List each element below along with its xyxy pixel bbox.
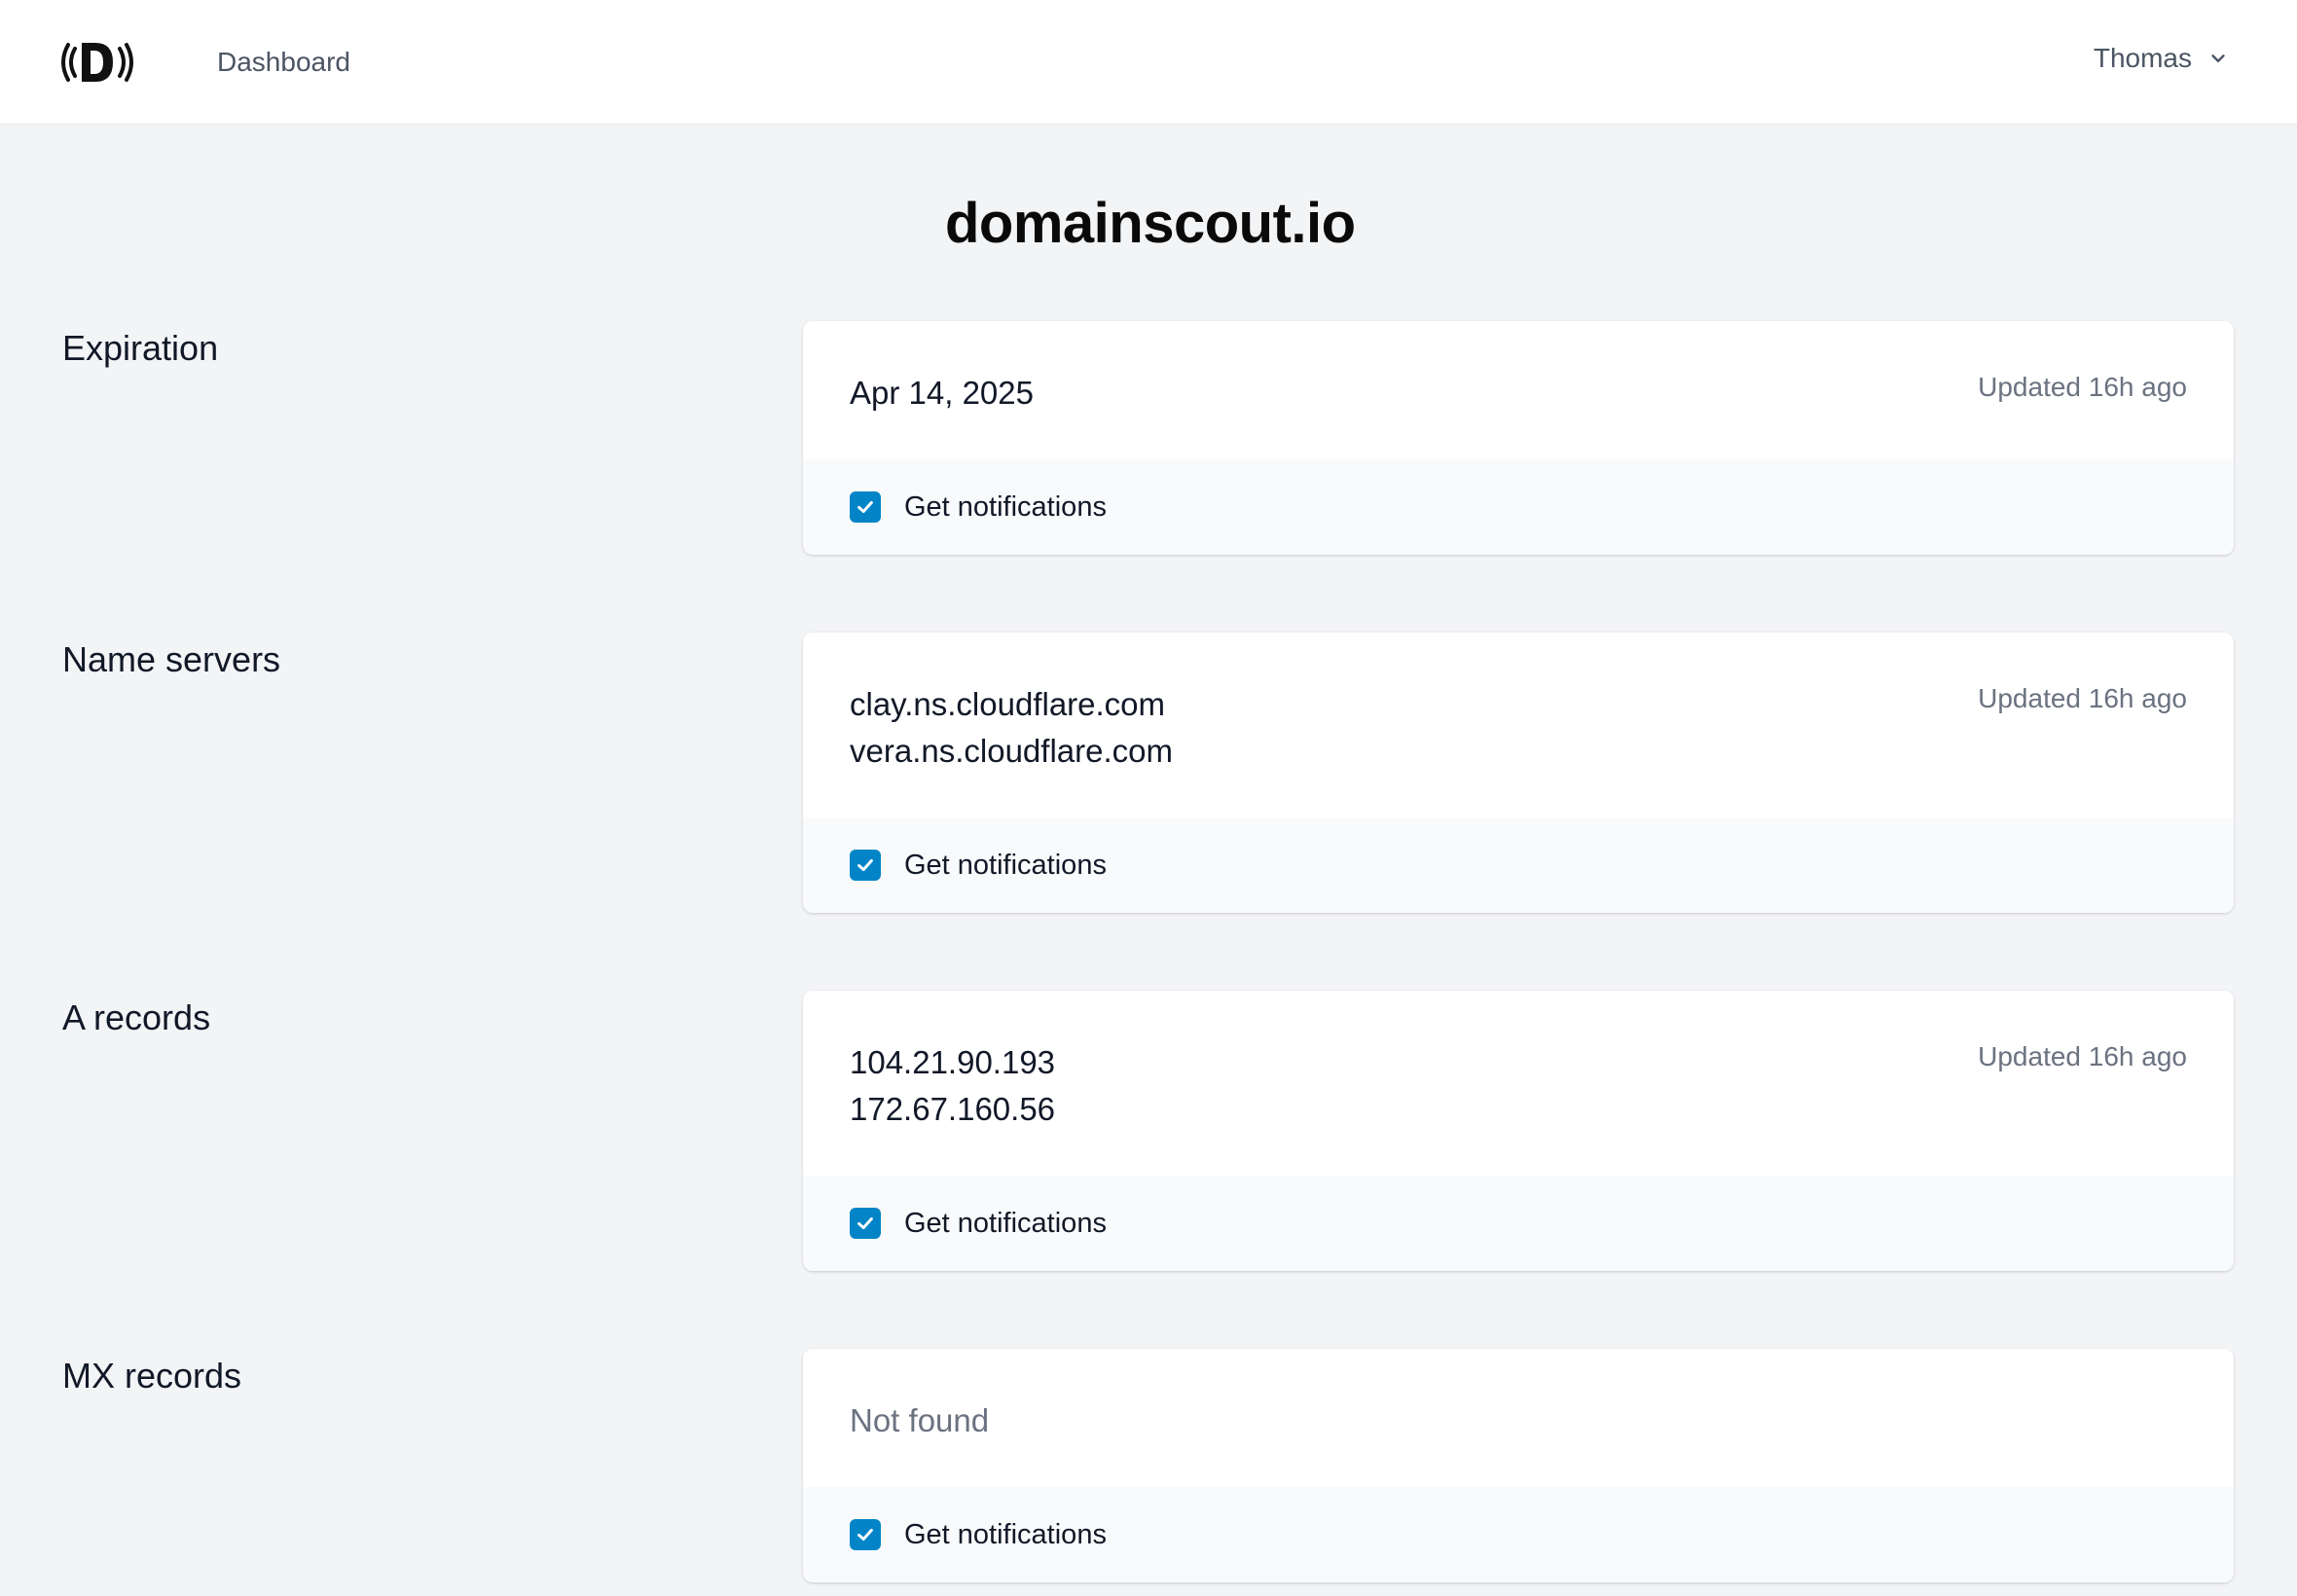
mx-record-value: Not found bbox=[850, 1402, 990, 1438]
card-body: Not found bbox=[803, 1349, 2234, 1444]
card-body: Apr 14, 2025 Updated 16h ago bbox=[803, 321, 2234, 417]
card-footer: Get notifications bbox=[803, 459, 2234, 555]
check-icon bbox=[857, 500, 873, 514]
notifications-label[interactable]: Get notifications bbox=[904, 1519, 1107, 1551]
user-name: Thomas bbox=[2093, 43, 2192, 73]
card-mx-records: Not found Get notifications bbox=[803, 1349, 2234, 1582]
card-body: 104.21.90.193 172.67.160.56 Updated 16h … bbox=[803, 991, 2234, 1133]
notifications-label[interactable]: Get notifications bbox=[904, 1208, 1107, 1240]
notifications-checkbox-mx-records[interactable] bbox=[850, 1519, 881, 1550]
card-expiration: Apr 14, 2025 Updated 16h ago Get notific… bbox=[803, 321, 2234, 555]
notifications-checkbox-expiration[interactable] bbox=[850, 491, 881, 523]
section-label-mx-records: MX records bbox=[62, 1356, 242, 1396]
check-icon bbox=[857, 1216, 873, 1230]
section-label-expiration: Expiration bbox=[62, 328, 219, 368]
notifications-label[interactable]: Get notifications bbox=[904, 491, 1107, 524]
notifications-label[interactable]: Get notifications bbox=[904, 850, 1107, 882]
chevron-down-icon bbox=[2211, 54, 2225, 62]
top-navbar: Dashboard Thomas bbox=[0, 0, 2297, 125]
name-server-value: vera.ns.cloudflare.com bbox=[850, 733, 1173, 769]
updated-timestamp: Updated 16h ago bbox=[1978, 1041, 2187, 1071]
a-record-value: 172.67.160.56 bbox=[850, 1091, 1056, 1127]
card-a-records: 104.21.90.193 172.67.160.56 Updated 16h … bbox=[803, 991, 2234, 1271]
logo-icon[interactable] bbox=[60, 39, 134, 86]
check-icon bbox=[857, 1528, 873, 1542]
card-name-servers: clay.ns.cloudflare.com vera.ns.cloudflar… bbox=[803, 633, 2234, 913]
card-footer: Get notifications bbox=[803, 1176, 2234, 1271]
section-label-name-servers: Name servers bbox=[62, 639, 281, 679]
card-footer: Get notifications bbox=[803, 1487, 2234, 1582]
user-menu[interactable]: Thomas bbox=[2094, 43, 2229, 74]
updated-timestamp: Updated 16h ago bbox=[1978, 683, 2187, 713]
card-footer: Get notifications bbox=[803, 817, 2234, 913]
section-label-a-records: A records bbox=[62, 998, 211, 1037]
check-icon bbox=[857, 858, 873, 872]
notifications-checkbox-a-records[interactable] bbox=[850, 1208, 881, 1239]
nav-dashboard-link[interactable]: Dashboard bbox=[217, 47, 350, 78]
updated-timestamp: Updated 16h ago bbox=[1978, 372, 2187, 402]
page-title: domainscout.io bbox=[945, 192, 1356, 255]
notifications-checkbox-name-servers[interactable] bbox=[850, 850, 881, 881]
card-body: clay.ns.cloudflare.com vera.ns.cloudflar… bbox=[803, 633, 2234, 775]
